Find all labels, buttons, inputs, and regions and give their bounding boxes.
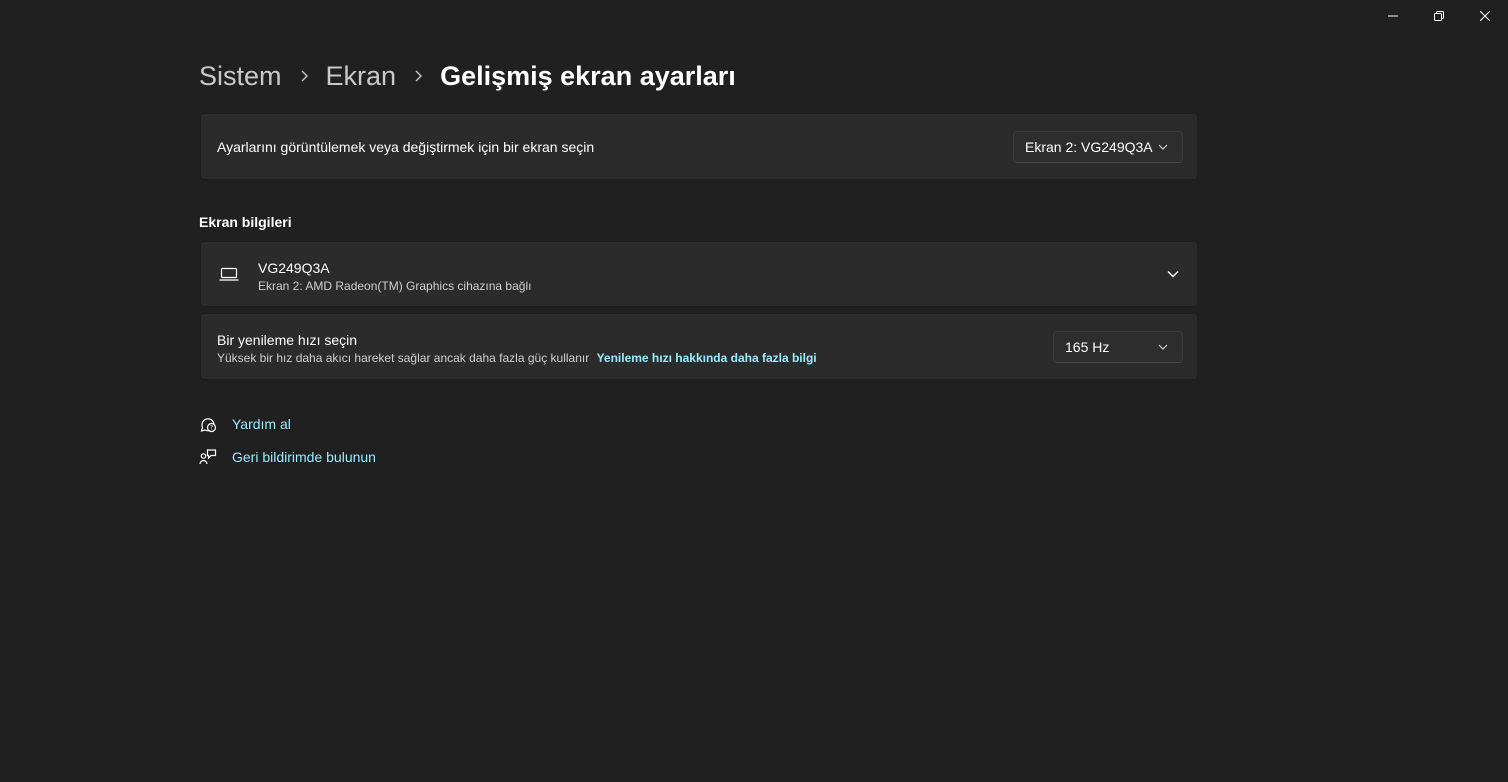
display-name: VG249Q3A [258, 260, 330, 276]
chevron-down-icon [1158, 344, 1168, 350]
page-title: Gelişmiş ekran ayarları [440, 60, 736, 91]
svg-text:?: ? [210, 425, 213, 432]
get-help-label: Yardım al [232, 416, 291, 432]
minimize-icon [1388, 15, 1398, 17]
refresh-rate-description: Yüksek bir hız daha akıcı hareket sağlar… [217, 351, 590, 365]
refresh-rate-info-link[interactable]: Yenileme hızı hakkında daha fazla bilgi [597, 351, 817, 365]
refresh-rate-value: 165 Hz [1065, 339, 1110, 355]
minimize-button[interactable] [1370, 0, 1416, 32]
refresh-rate-card: Bir yenileme hızı seçin Yüksek bir hız d… [200, 313, 1198, 380]
breadcrumb-item-ekran[interactable]: Ekran [326, 61, 397, 92]
chevron-right-icon [396, 69, 440, 83]
refresh-rate-dropdown[interactable]: 165 Hz [1053, 331, 1183, 363]
display-select-card: Ayarlarını görüntülemek veya değiştirmek… [200, 113, 1198, 180]
refresh-rate-title: Bir yenileme hızı seçin [217, 332, 358, 348]
feedback-link[interactable]: Geri bildirimde bulunun [198, 447, 376, 467]
feedback-label: Geri bildirimde bulunun [232, 449, 376, 465]
chevron-down-icon[interactable] [1165, 266, 1181, 282]
breadcrumb-item-sistem[interactable]: Sistem [199, 61, 282, 92]
restore-button[interactable] [1416, 0, 1462, 32]
chevron-down-icon [1158, 144, 1168, 150]
chevron-right-icon [282, 69, 326, 83]
section-heading-display-info: Ekran bilgileri [199, 214, 292, 230]
laptop-icon [219, 266, 239, 287]
display-dropdown-value: Ekran 2: VG249Q3A [1025, 139, 1153, 155]
restore-icon [1434, 11, 1444, 21]
breadcrumb: Sistem Ekran Gelişmiş ekran ayarları [199, 56, 736, 96]
display-description: Ekran 2: AMD Radeon(TM) Graphics cihazın… [258, 279, 532, 293]
refresh-rate-description-row: Yüksek bir hız daha akıcı hareket sağlar… [217, 351, 817, 365]
display-select-label: Ayarlarını görüntülemek veya değiştirmek… [217, 138, 595, 155]
close-button[interactable] [1462, 0, 1508, 32]
feedback-icon [198, 447, 218, 467]
window-controls [1370, 0, 1508, 32]
display-info-card[interactable]: VG249Q3A Ekran 2: AMD Radeon(TM) Graphic… [200, 241, 1198, 307]
display-dropdown[interactable]: Ekran 2: VG249Q3A [1013, 131, 1183, 163]
close-icon [1480, 11, 1490, 21]
get-help-link[interactable]: ? Yardım al [198, 414, 291, 434]
help-chat-icon: ? [198, 414, 218, 434]
